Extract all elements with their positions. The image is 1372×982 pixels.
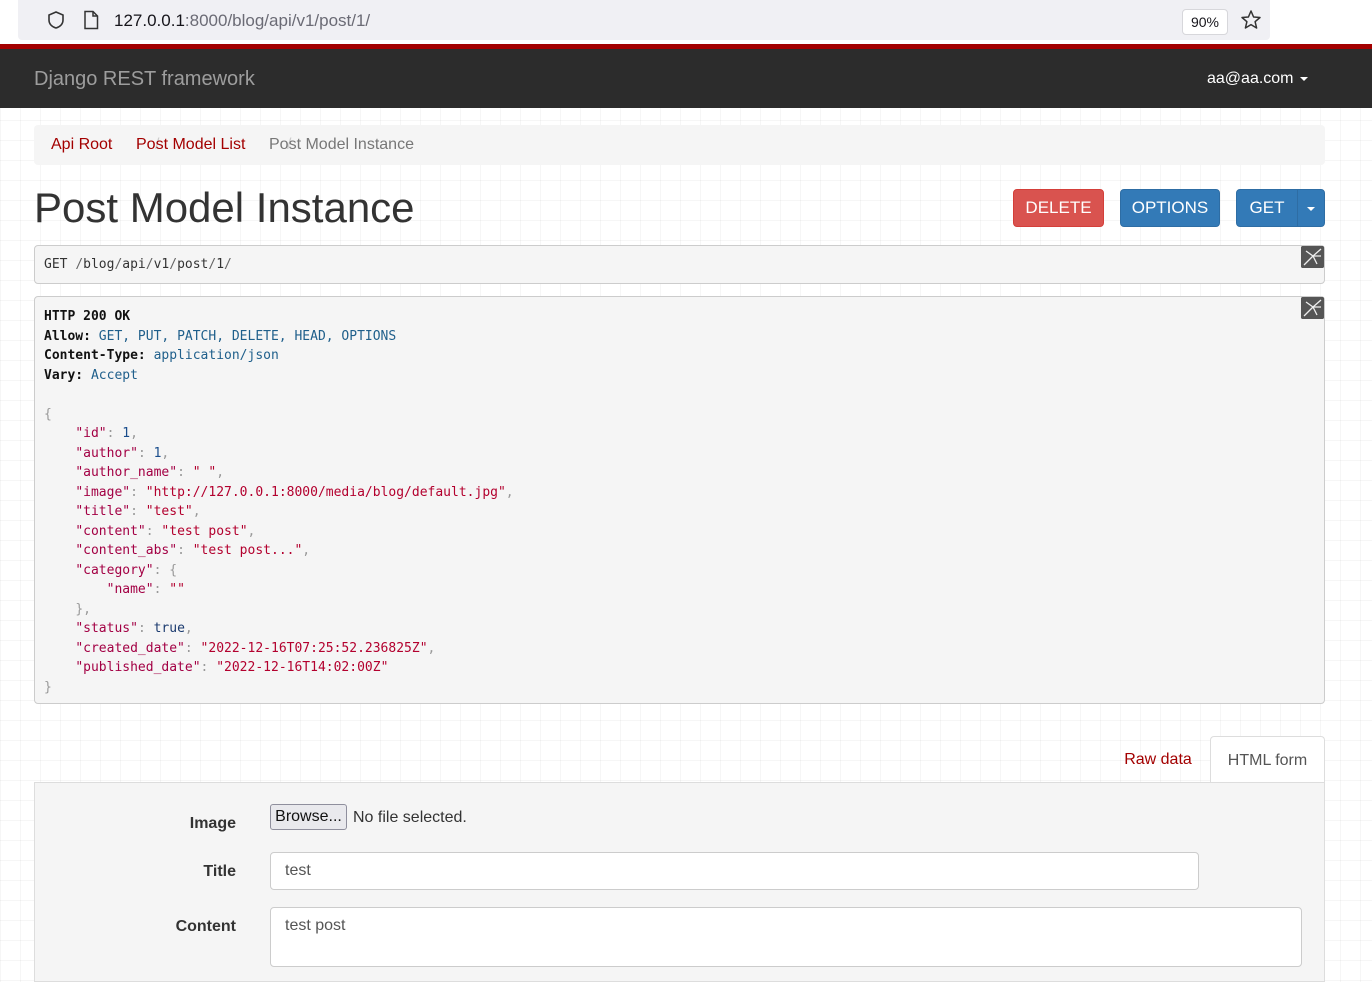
title-label: Title	[203, 863, 236, 880]
json-value-id: 1	[122, 426, 131, 441]
prettify-icon[interactable]	[1301, 246, 1324, 268]
image-label: Image	[189, 815, 236, 832]
shield-icon[interactable]	[46, 10, 66, 30]
user-email: aa@aa.com	[1207, 70, 1294, 87]
response-status: HTTP 200 OK	[44, 309, 131, 324]
content-label: Content	[175, 918, 236, 935]
bookmark-star-icon[interactable]	[1240, 9, 1262, 31]
json-value-author-name	[201, 465, 209, 480]
prettify-icon[interactable]	[1301, 297, 1324, 319]
page-title: Post Model Instance	[34, 184, 415, 231]
path-segment: blog	[83, 257, 115, 272]
title-input[interactable]: test	[270, 852, 1199, 890]
request-info: GET /blog/api/v1/post/1/	[34, 245, 1325, 284]
header-value: application/json	[153, 348, 279, 363]
brand-link[interactable]: Django REST framework	[34, 68, 255, 91]
response-info: HTTP 200 OK Allow: GET, PUT, PATCH, DELE…	[34, 296, 1325, 704]
url-bar[interactable]: 127.0.0.1:8000/blog/api/v1/post/1/	[18, 0, 1270, 40]
browser-toolbar: 127.0.0.1:8000/blog/api/v1/post/1/ 90%	[0, 0, 1372, 44]
json-value-content: test post	[169, 523, 240, 539]
url-text[interactable]: 127.0.0.1:8000/blog/api/v1/post/1/	[114, 11, 370, 31]
navbar: Django REST framework aa@aa.com	[0, 49, 1372, 108]
json-value-image[interactable]: http://127.0.0.1:8000/media/blog/default…	[154, 485, 498, 500]
json-value-published-date: 2022-12-16T14:02:00Z	[224, 660, 381, 675]
json-value-title: test	[153, 504, 185, 519]
get-button[interactable]: GET	[1236, 189, 1298, 227]
caret-down-icon	[1299, 76, 1308, 81]
get-format-dropdown[interactable]	[1297, 189, 1325, 227]
request-method: GET	[44, 257, 68, 272]
no-file-text: No file selected.	[353, 809, 467, 826]
tab-raw-data[interactable]: Raw data	[1111, 736, 1205, 783]
url-host: 127.0.0.1	[114, 11, 185, 30]
path-segment: 1	[216, 257, 225, 272]
header-key: Content-Type:	[44, 348, 146, 363]
delete-button[interactable]: DELETE	[1013, 189, 1104, 227]
url-path: :8000/blog/api/v1/post/1/	[184, 11, 371, 30]
path-segment: api	[122, 257, 146, 272]
breadcrumb-post-model-instance: Post Model Instance	[269, 136, 414, 153]
page-icon	[84, 10, 99, 30]
content-textarea[interactable]: test post	[270, 907, 1302, 967]
breadcrumb-post-model-list[interactable]: Post Model List	[136, 125, 245, 165]
request-line: GET /blog/api/v1/post/1/	[44, 257, 232, 272]
breadcrumb: Api Root / Post Model List / Post Model …	[34, 125, 1325, 165]
path-segment: post	[177, 257, 209, 272]
header-value: GET, PUT, PATCH, DELETE, HEAD, OPTIONS	[98, 328, 397, 344]
header-value: Accept	[90, 367, 138, 383]
response-content: HTTP 200 OK Allow: GET, PUT, PATCH, DELE…	[44, 309, 514, 695]
json-value-created-date: 2022-12-16T07:25:52.236825Z	[208, 640, 420, 656]
json-value-status: true	[153, 621, 185, 636]
caret-down-icon	[1307, 206, 1315, 211]
path-segment: v1	[153, 257, 170, 272]
options-button[interactable]: OPTIONS	[1120, 189, 1220, 227]
header-key: Vary:	[44, 367, 84, 383]
tab-html-form[interactable]: HTML form	[1210, 736, 1325, 783]
browse-button[interactable]: Browse...	[270, 804, 347, 830]
header-key: Allow:	[44, 328, 91, 344]
json-value-content-abs: test post...	[200, 543, 295, 558]
breadcrumb-api-root[interactable]: Api Root	[51, 125, 112, 165]
zoom-level[interactable]: 90%	[1182, 9, 1228, 35]
user-menu[interactable]: aa@aa.com	[1207, 70, 1308, 88]
